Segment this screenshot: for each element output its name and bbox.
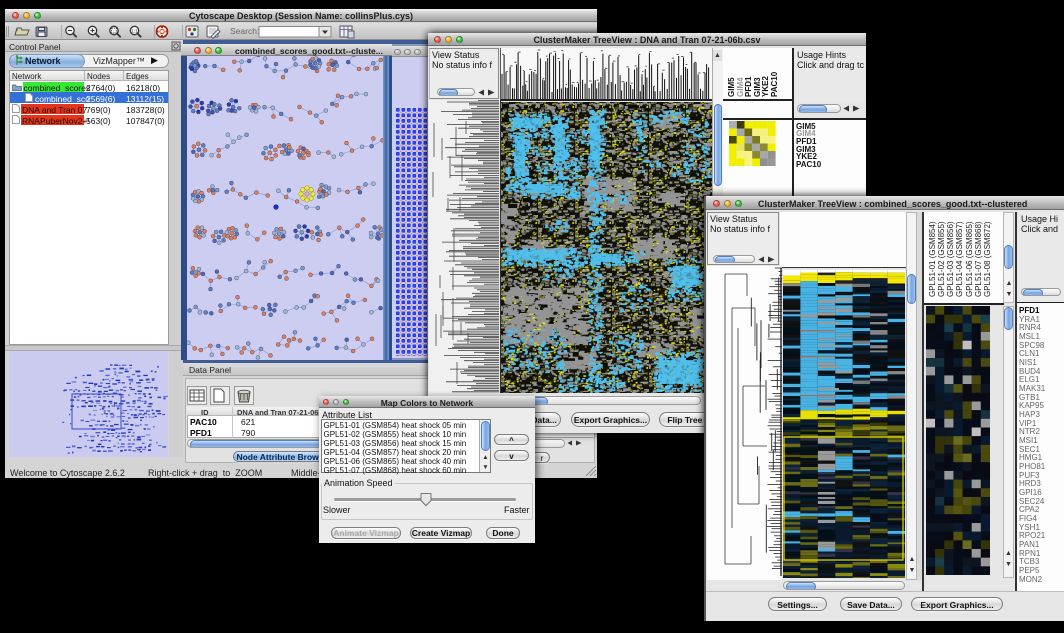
svg-text:Search:: Search: xyxy=(230,26,259,36)
svg-text:1:1: 1:1 xyxy=(131,29,138,34)
